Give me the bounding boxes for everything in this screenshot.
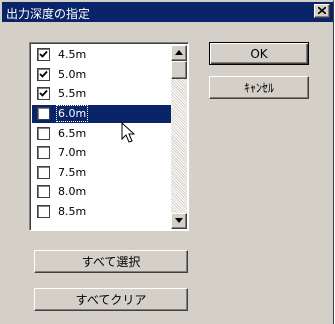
- checkmark-icon: [39, 90, 48, 98]
- depth-checkbox[interactable]: [37, 67, 50, 81]
- cancel-button[interactable]: ｷｬﾝｾﾙ: [209, 76, 309, 99]
- scroll-up-arrow-icon: [175, 50, 183, 55]
- checkmark-icon: [39, 51, 48, 59]
- list-scrollbar[interactable]: [171, 45, 187, 229]
- depth-list-items: 4.5m 5.0m 5.5m 6.0m 6.5m 7.0m 7.5m 8.0m 8.5m: [32, 45, 171, 221]
- depth-item-label: 5.5m: [58, 87, 87, 101]
- depth-list-item[interactable]: 6.0m: [32, 104, 171, 124]
- selection-highlight: [32, 104, 171, 123]
- depth-checkbox[interactable]: [37, 165, 50, 179]
- depth-item-label: 7.0m: [58, 146, 87, 160]
- depth-listbox[interactable]: 4.5m 5.0m 5.5m 6.0m 6.5m 7.0m 7.5m 8.0m 8.5m: [29, 42, 189, 231]
- depth-checkbox[interactable]: [37, 48, 50, 62]
- scroll-down-arrow-icon: [175, 218, 183, 223]
- arrow-pointer-icon: [121, 122, 135, 143]
- checkmark-icon: [39, 70, 48, 78]
- depth-item-label: 6.5m: [58, 126, 87, 140]
- depth-list-item[interactable]: 8.0m: [32, 182, 171, 202]
- depth-checkbox[interactable]: [37, 107, 50, 121]
- clear-all-button[interactable]: すべてクリア: [34, 288, 188, 311]
- depth-item-label: 4.5m: [58, 48, 87, 62]
- depth-list-item[interactable]: 6.5m: [32, 123, 171, 143]
- depth-checkbox[interactable]: [37, 146, 50, 160]
- depth-checkbox[interactable]: [37, 185, 50, 199]
- dialog-title: 出力深度の指定: [6, 7, 91, 21]
- depth-item-label: 8.5m: [58, 205, 87, 219]
- close-button[interactable]: [314, 4, 330, 18]
- depth-list-item[interactable]: 5.0m: [32, 65, 171, 85]
- depth-item-label: 6.0m: [55, 105, 89, 123]
- depth-dialog: 出力深度の指定 4.5m 5.0m 5.5m 6.0m 6.5m 7.0m 7.5m 8.0m…: [0, 0, 334, 324]
- scroll-up-button[interactable]: [171, 45, 187, 61]
- depth-item-label: 7.5m: [58, 165, 87, 179]
- depth-list-item[interactable]: 5.5m: [32, 84, 171, 104]
- depth-list-item[interactable]: 7.5m: [32, 163, 171, 183]
- select-all-button[interactable]: すべて選択: [34, 250, 188, 273]
- depth-list-item[interactable]: 8.5m: [32, 202, 171, 222]
- scroll-down-button[interactable]: [171, 213, 187, 229]
- depth-checkbox[interactable]: [37, 126, 50, 140]
- depth-list-item[interactable]: 4.5m: [32, 45, 171, 65]
- depth-item-label: 8.0m: [58, 185, 87, 199]
- scroll-thumb[interactable]: [171, 61, 187, 79]
- close-x-icon: [318, 7, 326, 14]
- depth-list-item[interactable]: 7.0m: [32, 143, 171, 163]
- depth-item-label: 5.0m: [58, 67, 87, 81]
- title-bar[interactable]: 出力深度の指定: [2, 2, 333, 22]
- depth-checkbox[interactable]: [37, 205, 50, 219]
- ok-button[interactable]: OK: [209, 42, 309, 65]
- depth-checkbox[interactable]: [37, 87, 50, 101]
